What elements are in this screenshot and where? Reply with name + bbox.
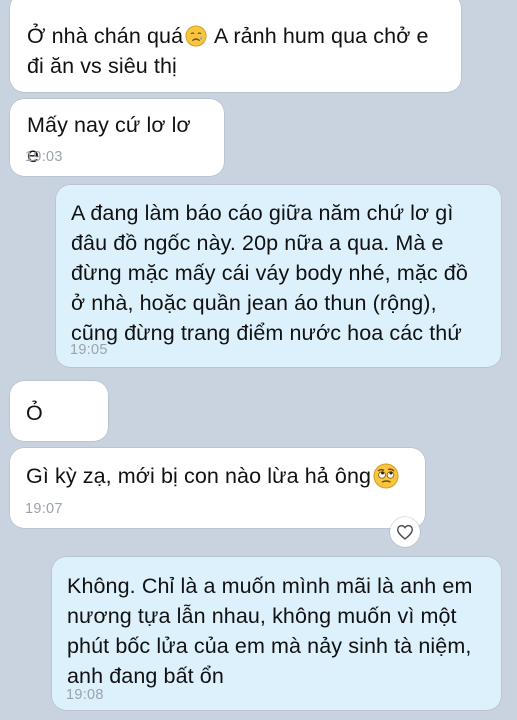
message-text: Ở nhà chán quá A rảnh hum qua chở e đi ă… xyxy=(27,24,429,78)
message-text: Gì kỳ zạ, mới bị con nào lừa hả ông xyxy=(26,461,413,491)
message-text: Không. Chỉ là a muốn mình mãi là anh em … xyxy=(67,574,473,688)
face-with-rolling-eyes-icon xyxy=(373,463,399,489)
message-bubble-incoming[interactable]: Ở nhà chán quá A rảnh hum qua chở e đi ă… xyxy=(10,0,461,92)
message-bubble-incoming[interactable]: Ỏ xyxy=(10,381,108,441)
message-text: A đang làm báo cáo giữa năm chứ lơ gì đâ… xyxy=(71,201,468,345)
message-timestamp: 19:07 xyxy=(25,501,63,517)
message-bubble-outgoing[interactable]: Không. Chỉ là a muốn mình mãi là anh em … xyxy=(52,557,501,710)
message-timestamp: 19:08 xyxy=(66,687,104,703)
message-bubble-incoming[interactable]: Gì kỳ zạ, mới bị con nào lừa hả ông 19:0… xyxy=(10,448,425,528)
message-text: Ỏ xyxy=(26,401,43,425)
crying-face-icon xyxy=(185,25,207,47)
heart-outline-icon xyxy=(396,524,414,540)
message-timestamp: 19:03 xyxy=(25,149,63,165)
message-bubble-outgoing[interactable]: A đang làm báo cáo giữa năm chứ lơ gì đâ… xyxy=(56,185,501,367)
message-bubble-incoming[interactable]: Mấy nay cứ lơ lơ e 19:03 xyxy=(10,99,224,176)
message-timestamp: 19:05 xyxy=(70,342,108,358)
reaction-button[interactable] xyxy=(390,517,420,547)
